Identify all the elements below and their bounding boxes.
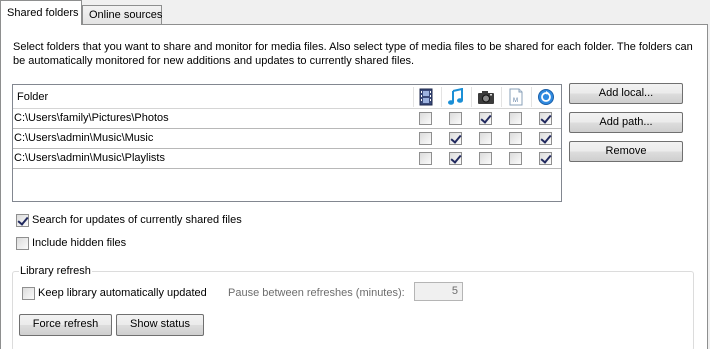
folder-column-header[interactable]: Folder xyxy=(17,91,48,103)
folder-path: C:\Users\family\Pictures\Photos xyxy=(14,112,169,124)
table-row[interactable]: C:\Users\admin\Music\Music xyxy=(13,129,561,149)
folder-path: C:\Users\admin\Music\Playlists xyxy=(14,152,165,164)
photo-checkbox[interactable] xyxy=(479,112,492,125)
photo-checkbox[interactable] xyxy=(479,132,492,145)
search-updates-checkbox[interactable] xyxy=(16,214,29,227)
folder-table[interactable]: Folder M C:\Users\family\Pictures\Photos… xyxy=(12,84,562,202)
force-refresh-button[interactable]: Force refresh xyxy=(19,314,112,336)
music-checkbox[interactable] xyxy=(449,112,462,125)
tab-strip: Shared folders Online sources xyxy=(0,0,710,25)
playlist-checkbox[interactable] xyxy=(539,152,552,165)
video-checkbox[interactable] xyxy=(419,152,432,165)
keep-updated-checkbox[interactable] xyxy=(22,287,35,300)
photo-icon[interactable] xyxy=(477,88,495,106)
video-checkbox[interactable] xyxy=(419,112,432,125)
library-refresh-title: Library refresh xyxy=(19,265,92,277)
playlist-checkbox[interactable] xyxy=(539,112,552,125)
pause-label: Pause between refreshes (minutes): xyxy=(228,287,405,299)
document-checkbox[interactable] xyxy=(509,112,522,125)
table-row[interactable]: C:\Users\admin\Music\Playlists xyxy=(13,149,561,169)
document-icon[interactable]: M xyxy=(507,88,525,106)
playlist-checkbox[interactable] xyxy=(539,132,552,145)
music-checkbox[interactable] xyxy=(449,152,462,165)
music-checkbox[interactable] xyxy=(449,132,462,145)
document-checkbox[interactable] xyxy=(509,152,522,165)
video-icon[interactable] xyxy=(417,88,435,106)
video-checkbox[interactable] xyxy=(419,132,432,145)
pause-minutes-input[interactable]: 5 xyxy=(414,282,463,301)
folder-path: C:\Users\admin\Music\Music xyxy=(14,132,154,144)
library-refresh-group xyxy=(12,271,694,349)
add-path-button[interactable]: Add path... xyxy=(569,112,683,133)
keep-updated-label[interactable]: Keep library automatically updated xyxy=(38,287,207,299)
include-hidden-checkbox[interactable] xyxy=(16,237,29,250)
tab-online-sources[interactable]: Online sources xyxy=(82,5,162,25)
document-checkbox[interactable] xyxy=(509,132,522,145)
table-row[interactable]: C:\Users\family\Pictures\Photos xyxy=(13,109,561,129)
description-text: Select folders that you want to share an… xyxy=(13,41,693,67)
playlist-icon[interactable] xyxy=(537,88,555,106)
include-hidden-label[interactable]: Include hidden files xyxy=(32,237,126,249)
search-updates-label[interactable]: Search for updates of currently shared f… xyxy=(32,214,242,226)
remove-button[interactable]: Remove xyxy=(569,141,683,162)
svg-text:M: M xyxy=(513,98,518,104)
table-header: Folder M xyxy=(13,85,561,109)
add-local-button[interactable]: Add local... xyxy=(569,83,683,104)
tab-shared-folders[interactable]: Shared folders xyxy=(0,0,82,25)
photo-checkbox[interactable] xyxy=(479,152,492,165)
show-status-button[interactable]: Show status xyxy=(116,314,204,336)
music-icon[interactable] xyxy=(447,88,465,106)
